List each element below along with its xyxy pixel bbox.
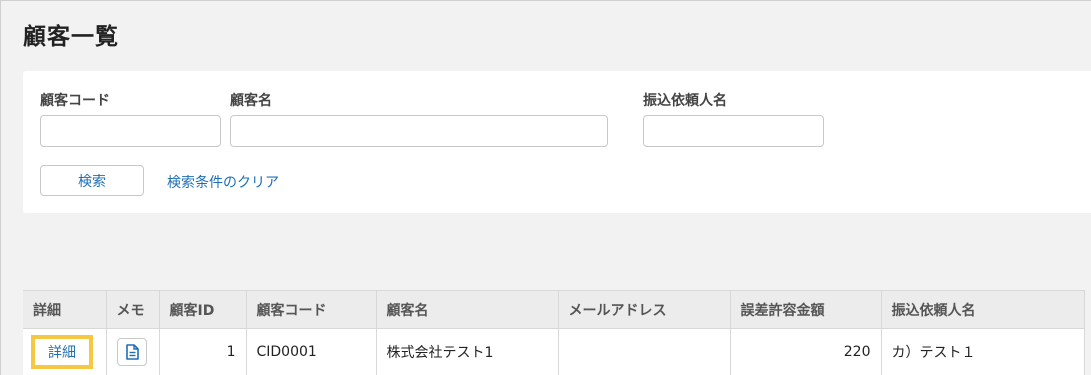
customer-table: 詳細 メモ 顧客ID 顧客コード 顧客名 メールアドレス 誤差許容金額 振込依頼… [23,290,1085,375]
customer-code-input[interactable] [40,115,221,147]
cell-customer-code: CID0001 [246,328,377,375]
transfer-name-input[interactable] [643,115,824,147]
cell-email [558,328,731,375]
customer-name-label: 顧客名 [230,93,272,109]
cell-customer-id: 1 [159,328,247,375]
header-email: メールアドレス [558,290,731,329]
cell-transfer-name: カ）テスト１ [881,328,1085,375]
cell-customer-name: 株式会社テスト1 [376,328,559,375]
customer-name-input[interactable] [230,115,608,147]
header-detail: 詳細 [23,290,107,329]
clear-conditions-link[interactable]: 検索条件のクリア [167,172,279,192]
header-transfer-name: 振込依頼人名 [881,290,1085,329]
table-row: 詳細 1 CID0001 株式会社テスト1 220 カ）テスト１ [23,328,1085,375]
header-tolerance-amount: 誤差許容金額 [730,290,882,329]
memo-button[interactable] [116,337,147,366]
page-title: 顧客一覧 [23,24,119,50]
document-icon [125,343,139,360]
customer-code-label: 顧客コード [40,93,110,109]
search-panel: 顧客コード 顧客名 振込依頼人名 検索 検索条件のクリア [23,71,1091,213]
header-customer-name: 顧客名 [376,290,559,329]
table-header-row: 詳細 メモ 顧客ID 顧客コード 顧客名 メールアドレス 誤差許容金額 振込依頼… [23,290,1085,329]
cell-memo [106,328,160,375]
header-customer-code: 顧客コード [246,290,377,329]
header-customer-id: 顧客ID [159,290,247,329]
header-memo: メモ [106,290,160,329]
search-button[interactable]: 検索 [40,165,144,196]
detail-button[interactable]: 詳細 [31,334,93,369]
cell-detail: 詳細 [23,328,107,375]
transfer-name-label: 振込依頼人名 [643,93,727,109]
cell-tolerance-amount: 220 [730,328,882,375]
